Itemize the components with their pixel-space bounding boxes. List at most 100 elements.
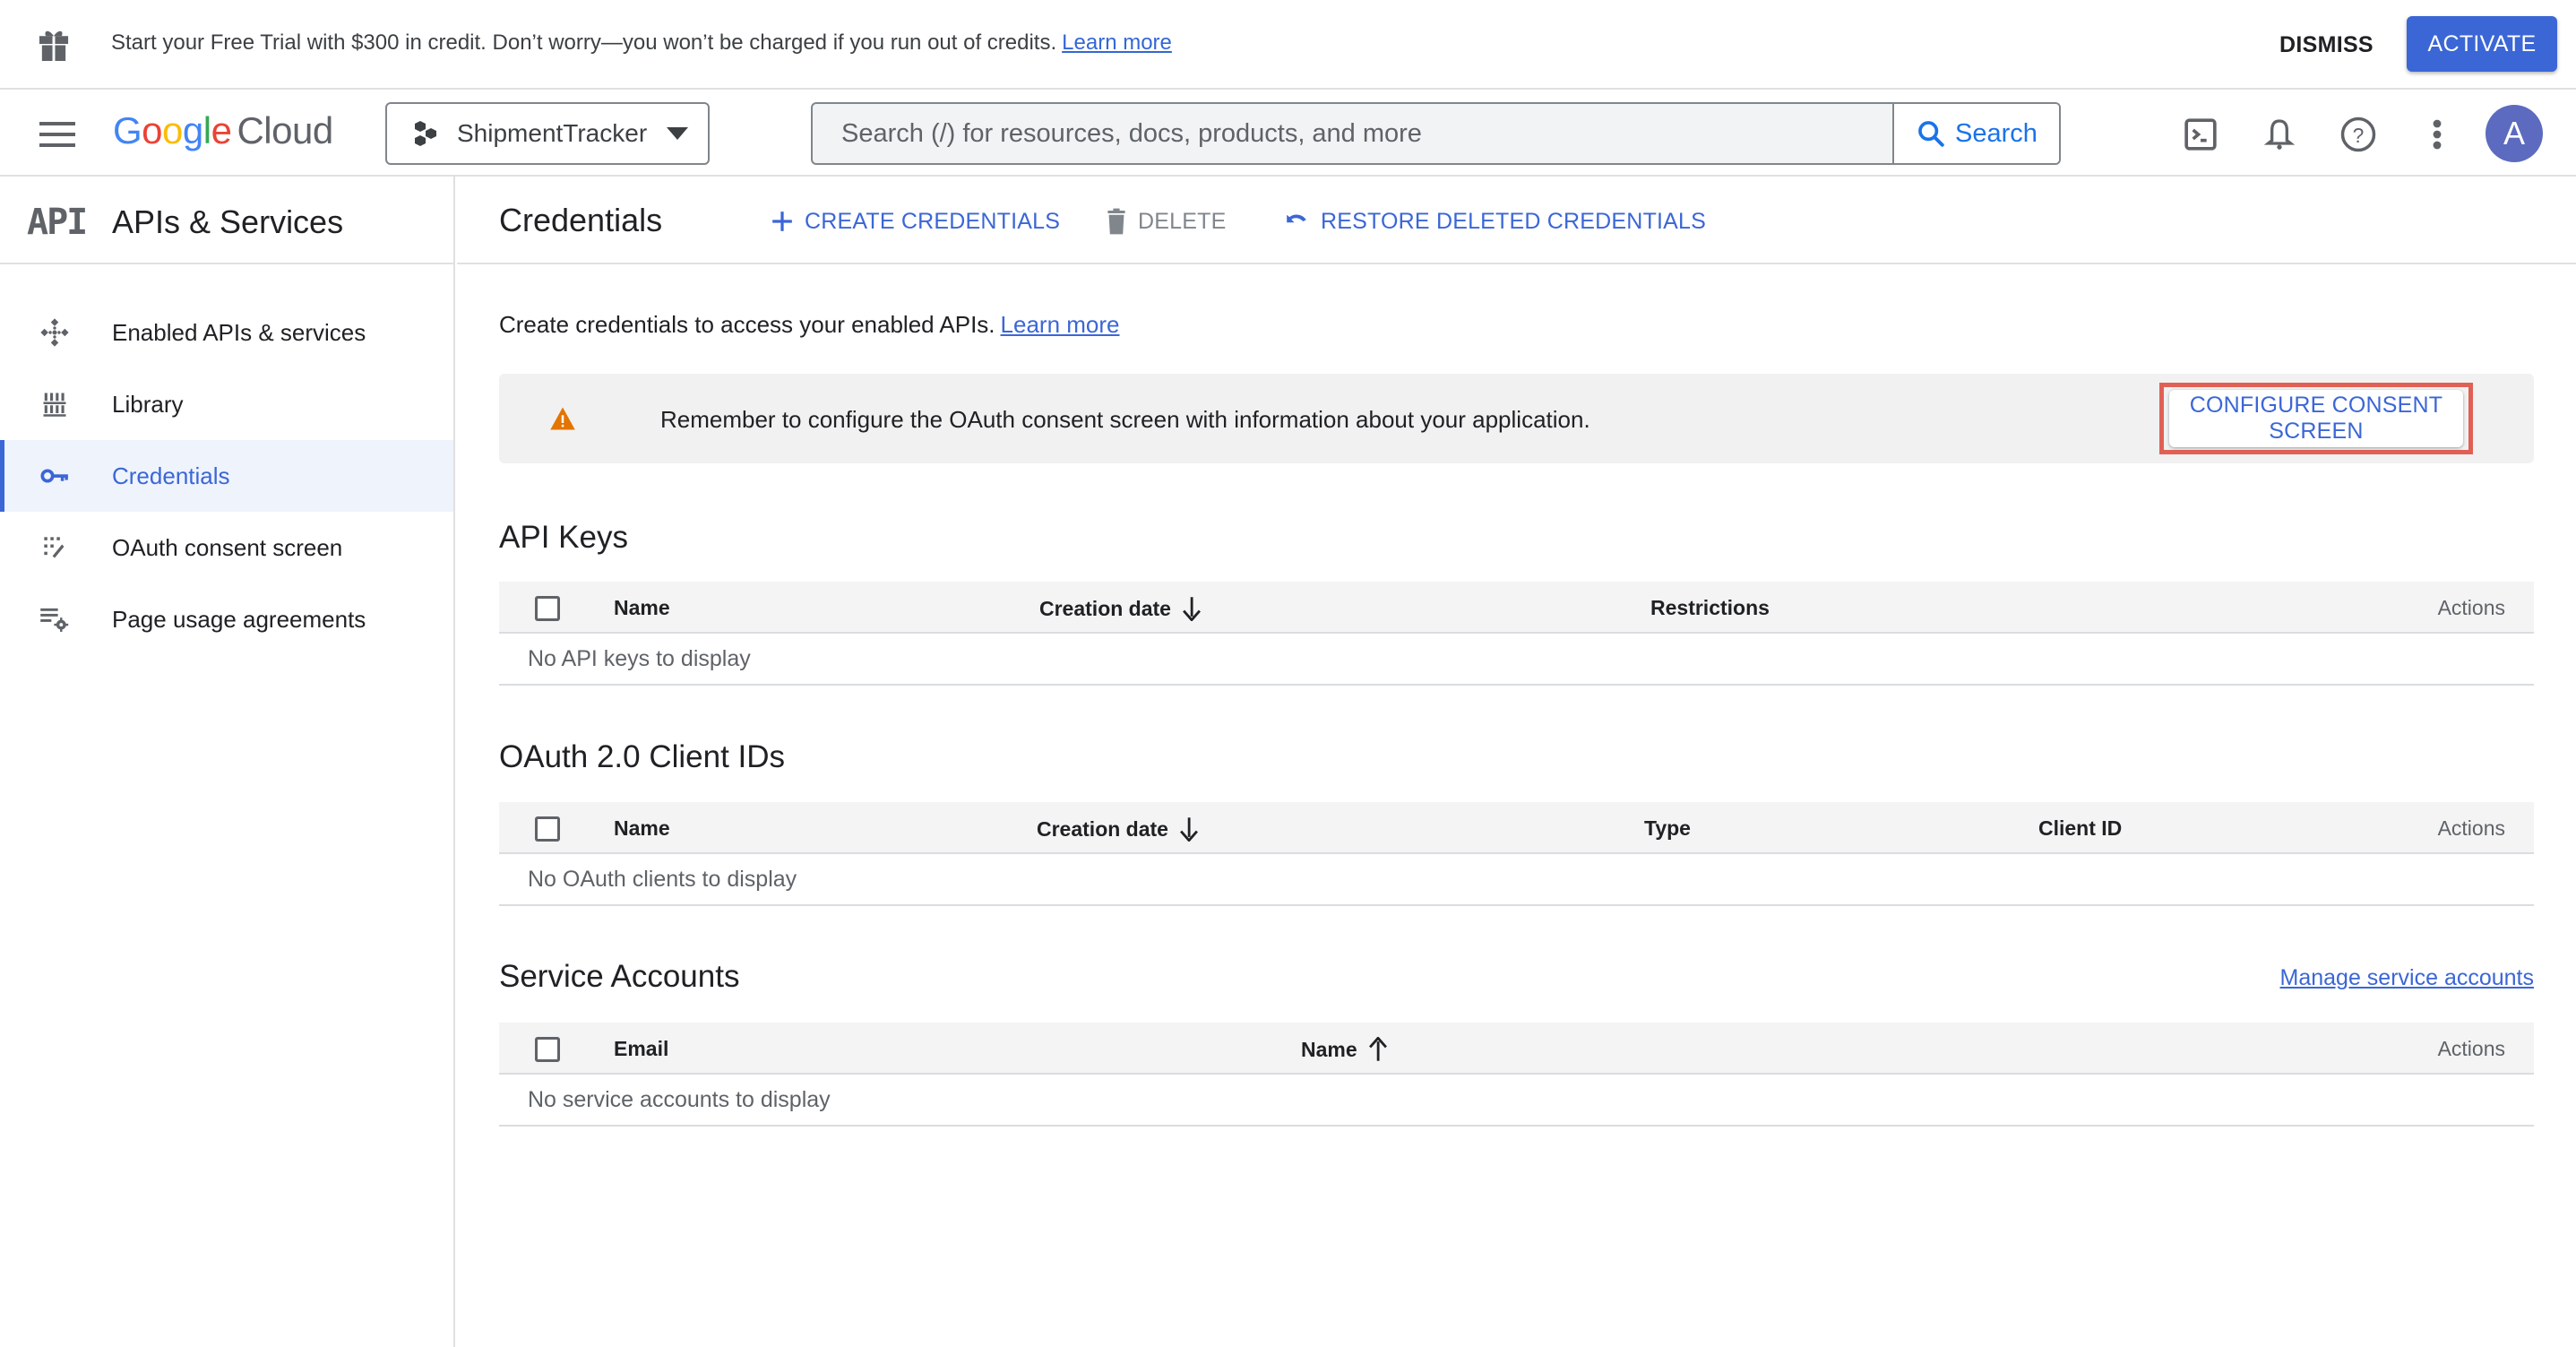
column-header-actions: Actions [2438,1037,2505,1061]
free-trial-banner: Start your Free Trial with $300 in credi… [0,0,2576,90]
plus-icon [772,212,792,231]
column-header-actions: Actions [2438,596,2505,620]
sidebar-item-enabled-apis[interactable]: Enabled APIs & services [0,297,453,368]
search-button[interactable]: Search [1892,104,2059,163]
column-label: Email [614,1037,669,1060]
restore-deleted-credentials-button[interactable]: RESTORE DELETED CREDENTIALS [1283,202,1706,241]
svg-text:?: ? [2353,124,2365,147]
alert-message: Remember to configure the OAuth consent … [660,406,1590,433]
column-label: Actions [2437,1037,2505,1060]
cloud-shell-icon[interactable] [2181,115,2220,154]
api-logo-icon: API [27,202,88,243]
logo-letter: g [182,109,203,151]
select-all-checkbox[interactable] [535,816,560,842]
empty-row: No service accounts to display [499,1075,2534,1127]
column-label: Actions [2437,816,2505,840]
column-header-restrictions: Restrictions [1650,596,1770,620]
sidebar-item-library[interactable]: Library [0,368,453,440]
banner-learn-more-link[interactable]: Learn more [1062,30,1172,55]
restore-label: RESTORE DELETED CREDENTIALS [1321,208,1707,234]
api-keys-table: Name Creation date Restrictions Actions … [499,582,2534,686]
key-icon [38,459,72,493]
select-all-checkbox[interactable] [535,596,560,621]
sidebar: API APIs & Services Enabled APIs & servi… [0,177,455,1347]
select-all-checkbox[interactable] [535,1037,560,1062]
column-header-email[interactable]: Email [614,1037,668,1061]
activate-button[interactable]: ACTIVATE [2407,16,2557,72]
enabled-apis-icon [38,315,72,350]
sidebar-item-label: Credentials [112,462,230,489]
notifications-icon[interactable] [2260,115,2299,154]
manage-service-accounts-link[interactable]: Manage service accounts [2280,965,2534,991]
column-label: Name [614,596,670,619]
oauth-clients-table: Name Creation date Type Client ID Action… [499,802,2534,906]
empty-message: No API keys to display [528,646,751,671]
account-avatar[interactable]: A [2486,105,2543,162]
empty-row: No API keys to display [499,634,2534,686]
project-hexagons-icon [415,121,436,146]
column-label: Type [1644,816,1691,840]
main-content: Credentials CREATE CREDENTIALS DELETE RE… [457,177,2576,1347]
google-cloud-logo[interactable]: Google Cloud [113,109,333,152]
logo-letter: o [142,109,163,151]
sort-descending-icon [1180,817,1198,842]
service-accounts-table: Email Name Actions No service accounts t… [499,1023,2534,1127]
warning-icon [550,407,575,430]
sidebar-title: APIs & Services [112,203,344,240]
column-header-creation-date[interactable]: Creation date [1037,816,1199,842]
column-header-name[interactable]: Name [614,816,670,841]
logo-product: Cloud [237,109,333,151]
column-label: Creation date [1037,816,1168,841]
sidebar-nav: Enabled APIs & services Library Credenti… [0,297,453,655]
help-icon[interactable]: ? [2339,115,2378,154]
sidebar-item-page-usage[interactable]: Page usage agreements [0,583,453,655]
project-picker[interactable]: ShipmentTracker [385,102,710,165]
sidebar-item-label: Library [112,390,184,418]
sidebar-item-oauth-consent[interactable]: OAuth consent screen [0,512,453,583]
empty-message: No OAuth clients to display [528,867,797,892]
table-header: Email Name Actions [499,1023,2534,1075]
logo-letter: l [202,109,211,151]
create-credentials-button[interactable]: CREATE CREDENTIALS [771,202,1060,241]
banner-text: Start your Free Trial with $300 in credi… [111,30,1057,55]
delete-label: DELETE [1138,208,1227,234]
library-icon [38,387,72,421]
dismiss-button[interactable]: DISMISS [2267,18,2386,72]
oauth-warning-alert: Remember to configure the OAuth consent … [499,374,2534,463]
dropdown-arrow-icon [667,127,689,140]
column-header-name[interactable]: Name [1301,1037,1388,1062]
sidebar-header: API APIs & Services [0,177,453,264]
page-settings-icon [38,602,72,636]
top-header: GoogleCloud ShipmentTracker Search ? A [0,90,2576,177]
empty-message: No service accounts to display [528,1087,831,1112]
create-credentials-label: CREATE CREDENTIALS [805,208,1061,234]
column-header-name[interactable]: Name [614,596,670,620]
search-button-label: Search [1955,118,2038,148]
sort-ascending-icon [1368,1037,1387,1061]
logo-letter: e [211,109,232,151]
sidebar-item-credentials[interactable]: Credentials [0,440,453,512]
main-menu-icon[interactable] [39,122,75,147]
trash-icon [1107,208,1125,235]
search-input[interactable] [813,104,1892,163]
column-header-actions: Actions [2438,816,2505,841]
table-header: Name Creation date Type Client ID Action… [499,802,2534,854]
sidebar-item-label: OAuth consent screen [112,533,343,561]
delete-button[interactable]: DELETE [1106,202,1226,241]
sidebar-item-label: Enabled APIs & services [112,318,366,346]
intro-learn-more-link[interactable]: Learn more [1001,311,1120,338]
project-name: ShipmentTracker [457,119,648,147]
page-title: Credentials [499,202,663,238]
more-vert-icon[interactable] [2417,115,2457,154]
banner-message: Start your Free Trial with $300 in credi… [111,30,1172,56]
column-label: Creation date [1039,596,1171,620]
gift-icon [39,30,69,61]
column-header-creation-date[interactable]: Creation date [1039,596,1202,621]
column-label: Name [1301,1037,1357,1061]
intro-message: Create credentials to access your enable… [499,311,995,338]
column-label: Name [614,816,670,840]
table-header: Name Creation date Restrictions Actions [499,582,2534,634]
search-bar: Search [811,102,2061,165]
configure-consent-screen-button[interactable]: CONFIGURE CONSENT SCREEN [2169,390,2463,447]
search-icon [1918,121,1944,147]
